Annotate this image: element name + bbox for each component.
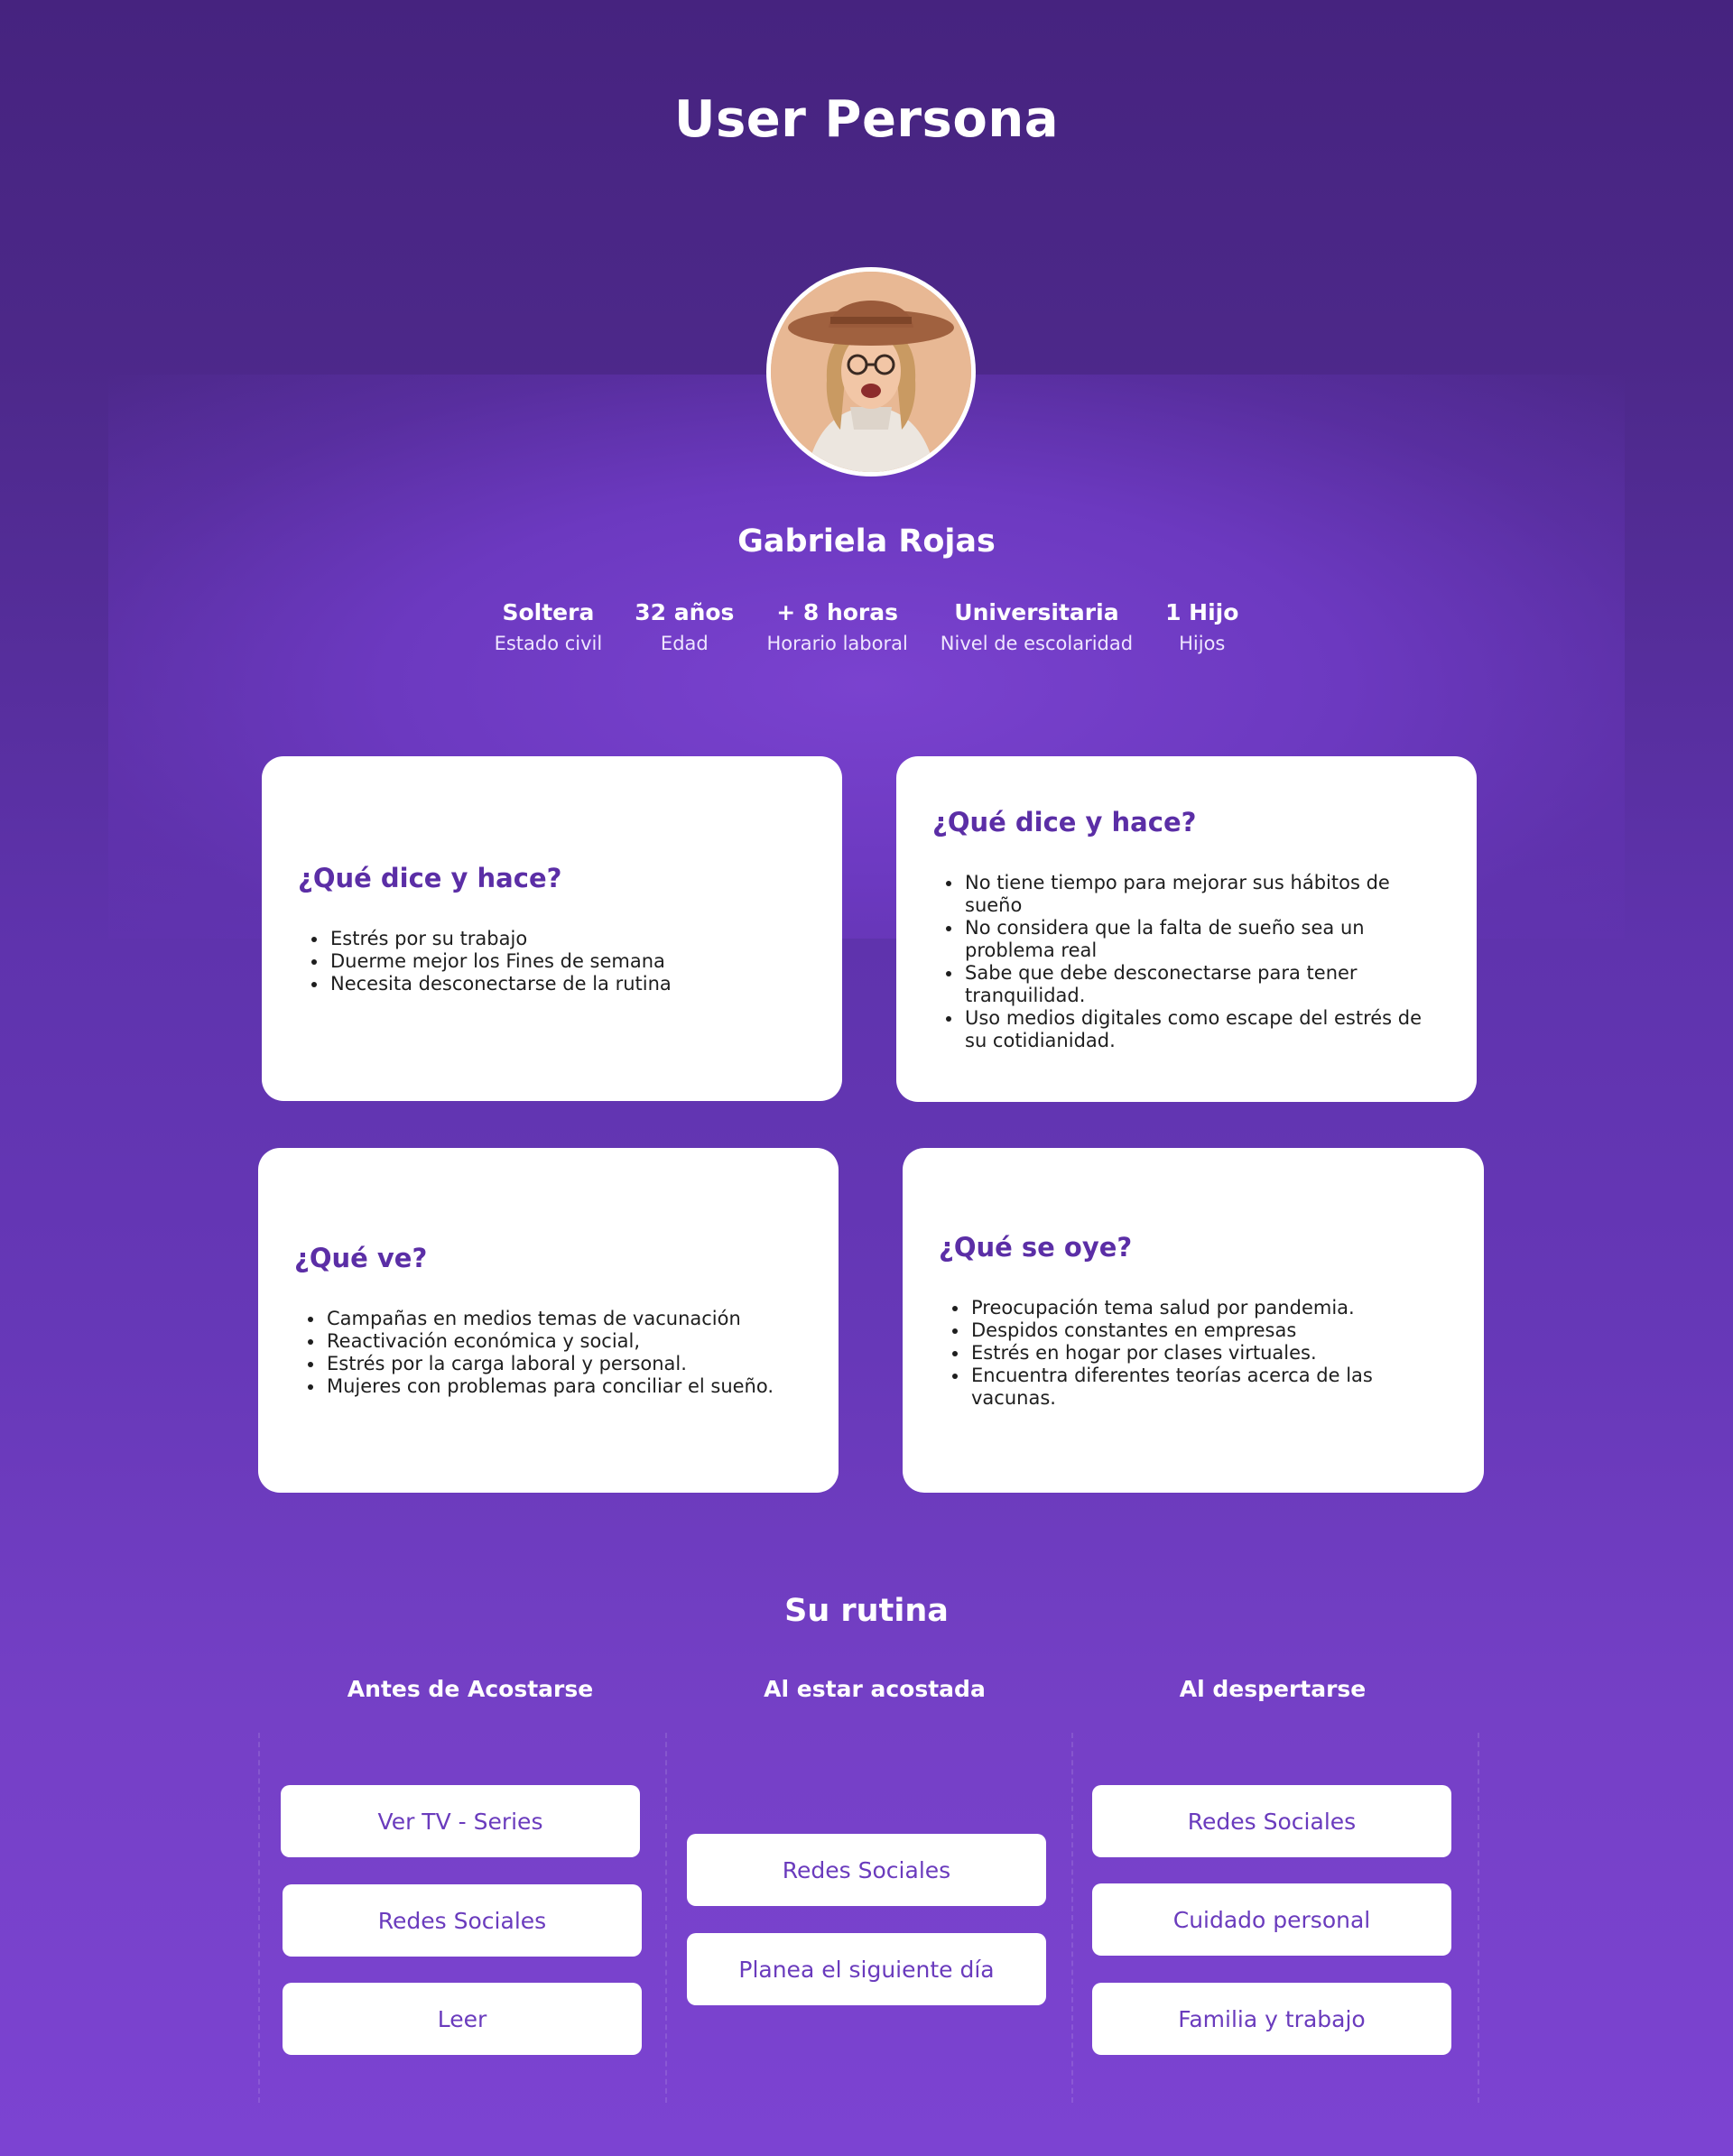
stat-work-hours: + 8 horas Horario laboral: [766, 599, 907, 654]
stat-value: 32 años: [635, 599, 735, 625]
card-hears: ¿Qué se oye? Preocupación tema salud por…: [903, 1148, 1484, 1493]
routine-item: Leer: [283, 1983, 642, 2055]
routine-item: Redes Sociales: [283, 1884, 642, 1957]
column-title-waking-up: Al despertarse: [1179, 1676, 1367, 1702]
list-item: Estrés en hogar por clases virtuales.: [969, 1342, 1448, 1365]
list-item: Mujeres con problemas para conciliar el …: [325, 1375, 802, 1398]
card-list: Estrés por su trabajo Duerme mejor los F…: [298, 928, 806, 995]
list-item: No tiene tiempo para mejorar sus hábitos…: [963, 872, 1441, 917]
routine-item: Redes Sociales: [1092, 1785, 1451, 1857]
persona-stats: Soltera Estado civil 32 años Edad + 8 ho…: [0, 599, 1733, 654]
stat-marital-status: Soltera Estado civil: [495, 599, 603, 654]
stat-label: Nivel de escolaridad: [940, 633, 1134, 654]
routine-item: Cuidado personal: [1092, 1883, 1451, 1956]
column-title-in-bed: Al estar acostada: [764, 1676, 986, 1702]
list-item: Estrés por la carga laboral y personal.: [325, 1353, 802, 1375]
list-item: Reactivación económica y social,: [325, 1330, 802, 1353]
list-item: Campañas en medios temas de vacunación: [325, 1308, 802, 1330]
stat-value: 1 Hijo: [1165, 599, 1239, 625]
card-says-does-1: ¿Qué dice y hace? Estrés por su trabajo …: [262, 756, 842, 1101]
routine-item: Planea el siguiente día: [687, 1933, 1046, 2005]
card-list: No tiene tiempo para mejorar sus hábitos…: [932, 872, 1441, 1052]
stat-value: Soltera: [502, 599, 595, 625]
routine-item: Ver TV - Series: [281, 1785, 640, 1857]
stat-value: Universitaria: [954, 599, 1119, 625]
list-item: Encuentra diferentes teorías acerca de l…: [969, 1365, 1448, 1410]
stat-value: + 8 horas: [776, 599, 899, 625]
card-title: ¿Qué ve?: [294, 1243, 428, 1273]
card-list: Preocupación tema salud por pandemia. De…: [939, 1297, 1448, 1410]
card-title: ¿Qué dice y hace?: [298, 862, 562, 893]
column-title-before-bed: Antes de Acostarse: [347, 1676, 594, 1702]
routine-title: Su rutina: [784, 1593, 949, 1629]
stat-age: 32 años Edad: [635, 599, 734, 654]
routine-item: Familia y trabajo: [1092, 1983, 1451, 2055]
stat-label: Edad: [660, 633, 709, 654]
list-item: Despidos constantes en empresas: [969, 1319, 1448, 1342]
stat-children: 1 Hijo Hijos: [1165, 599, 1238, 654]
persona-avatar: [766, 267, 976, 477]
list-item: Necesita desconectarse de la rutina: [329, 973, 806, 995]
routine-item: Redes Sociales: [687, 1834, 1046, 1906]
list-item: Sabe que debe desconectarse para tener t…: [963, 962, 1441, 1007]
stat-label: Horario laboral: [766, 633, 908, 654]
stat-education: Universitaria Nivel de escolaridad: [941, 599, 1133, 654]
column-divider: [1478, 1733, 1479, 2103]
column-divider: [665, 1733, 667, 2103]
card-title: ¿Qué se oye?: [939, 1231, 1133, 1263]
card-sees: ¿Qué ve? Campañas en medios temas de vac…: [258, 1148, 839, 1493]
stat-label: Hijos: [1179, 633, 1226, 654]
card-says-does-2: ¿Qué dice y hace? No tiene tiempo para m…: [896, 756, 1477, 1102]
stat-label: Estado civil: [494, 633, 603, 654]
list-item: No considera que la falta de sueño sea u…: [963, 917, 1441, 962]
persona-photo: [771, 272, 971, 472]
column-divider: [258, 1733, 260, 2103]
column-divider: [1071, 1733, 1073, 2103]
list-item: Duerme mejor los Fines de semana: [329, 950, 806, 973]
card-title: ¿Qué dice y hace?: [932, 806, 1197, 837]
persona-name: Gabriela Rojas: [737, 523, 996, 560]
card-list: Campañas en medios temas de vacunación R…: [294, 1308, 802, 1398]
page-title: User Persona: [674, 90, 1059, 149]
list-item: Uso medios digitales como escape del est…: [963, 1007, 1441, 1052]
list-item: Estrés por su trabajo: [329, 928, 806, 950]
list-item: Preocupación tema salud por pandemia.: [969, 1297, 1448, 1319]
